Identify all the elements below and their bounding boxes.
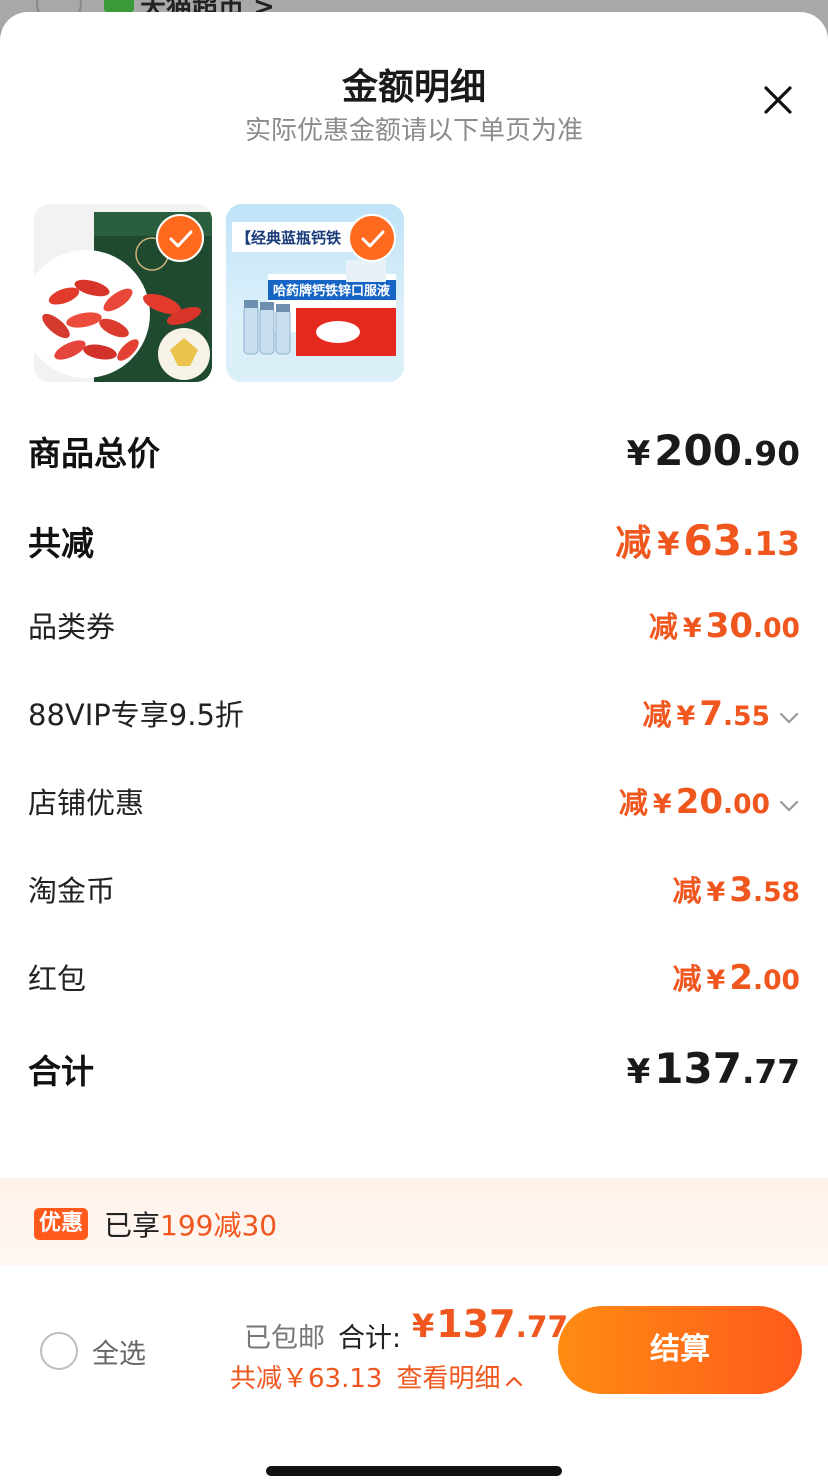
promo-strip: 优惠 已享199减30 xyxy=(0,1178,828,1278)
bottom-total-label: 合计: xyxy=(338,1323,402,1354)
total-price-amount: ¥ 200.90 xyxy=(626,426,800,475)
chevron-down-icon[interactable] xyxy=(778,694,800,724)
red-packet-amount: 减 ¥ 2.00 xyxy=(672,958,800,998)
price-detail-sheet: 金额明细 实际优惠金额请以下单页为准 【经典蓝瓶钙铁 哈药牌钙铁锌口服液 商品总… xyxy=(0,12,828,1480)
free-shipping-text: 已包邮 xyxy=(244,1323,325,1354)
row-total-reduce: 共减 减 ¥ 63.13 xyxy=(28,514,800,566)
red-packet-label: 红包 xyxy=(28,962,87,996)
category-coupon-label: 品类券 xyxy=(28,610,116,644)
bottom-reduce-text: 共减￥63.13 xyxy=(230,1364,383,1394)
product-checked-icon[interactable] xyxy=(156,214,204,262)
select-all-radio[interactable] xyxy=(40,1332,78,1370)
promo-badge: 优惠 xyxy=(34,1208,89,1240)
chevron-down-icon[interactable] xyxy=(778,782,800,812)
checkout-button[interactable]: 结算 xyxy=(558,1306,802,1394)
select-all-label[interactable]: 全选 xyxy=(92,1332,146,1371)
product-checked-icon[interactable] xyxy=(348,214,396,262)
row-store-discount[interactable]: 店铺优惠 减 ¥ 20.00 xyxy=(28,780,800,822)
vip-discount-label: 88VIP专享9.5折 xyxy=(28,698,244,732)
store-discount-label: 店铺优惠 xyxy=(28,786,145,820)
product-banner-text: 【经典蓝瓶钙铁 xyxy=(236,229,341,247)
taojinbi-amount: 减 ¥ 3.58 xyxy=(672,870,800,910)
sheet-subtitle: 实际优惠金额请以下单页为准 xyxy=(244,116,583,146)
close-icon[interactable] xyxy=(756,78,800,122)
store-badge xyxy=(104,0,134,12)
chevron-up-icon[interactable] xyxy=(504,1364,524,1387)
sheet-title: 金额明细 xyxy=(341,67,486,108)
category-coupon-amount: 减 ¥ 30.00 xyxy=(648,606,800,646)
row-total-price: 商品总价 ¥ 200.90 xyxy=(28,426,800,475)
total-reduce-amount: 减 ¥ 63.13 xyxy=(615,516,800,565)
reduce-details-link[interactable]: 共减￥63.13 查看明细 xyxy=(230,1358,524,1395)
total-reduce-label: 共减 xyxy=(28,524,94,563)
view-details-label[interactable]: 查看明细 xyxy=(396,1364,500,1394)
row-taojinbi: 淘金币 减 ¥ 3.58 xyxy=(28,868,800,910)
checkout-bar: 全选 已包邮 合计: ¥ 137.77 共减￥63.13 查看明细 结算 xyxy=(0,1266,828,1480)
grand-total-label: 合计 xyxy=(28,1052,94,1091)
taojinbi-label: 淘金币 xyxy=(28,874,116,908)
total-price-label: 商品总价 xyxy=(28,434,160,473)
store-discount-amount[interactable]: 减 ¥ 20.00 xyxy=(619,780,800,822)
product-box-text: 哈药牌钙铁锌口服液 xyxy=(273,283,390,299)
row-vip-discount[interactable]: 88VIP专享9.5折 减 ¥ 7.55 xyxy=(28,692,800,734)
promo-text: 已享199减30 xyxy=(104,1209,278,1242)
product-thumbnail-oral-liquid[interactable]: 【经典蓝瓶钙铁 哈药牌钙铁锌口服液 xyxy=(226,204,404,382)
vip-discount-amount[interactable]: 减 ¥ 7.55 xyxy=(643,692,800,734)
product-thumbnail-goji[interactable] xyxy=(34,204,212,382)
bottom-total-amount: ¥ 137.77 xyxy=(412,1302,569,1346)
grand-total-amount: ¥ 137.77 xyxy=(626,1044,800,1093)
row-grand-total: 合计 ¥ 137.77 xyxy=(28,1044,800,1093)
row-category-coupon: 品类券 减 ¥ 30.00 xyxy=(28,604,800,646)
home-indicator xyxy=(266,1466,562,1476)
row-red-packet: 红包 减 ¥ 2.00 xyxy=(28,956,800,998)
